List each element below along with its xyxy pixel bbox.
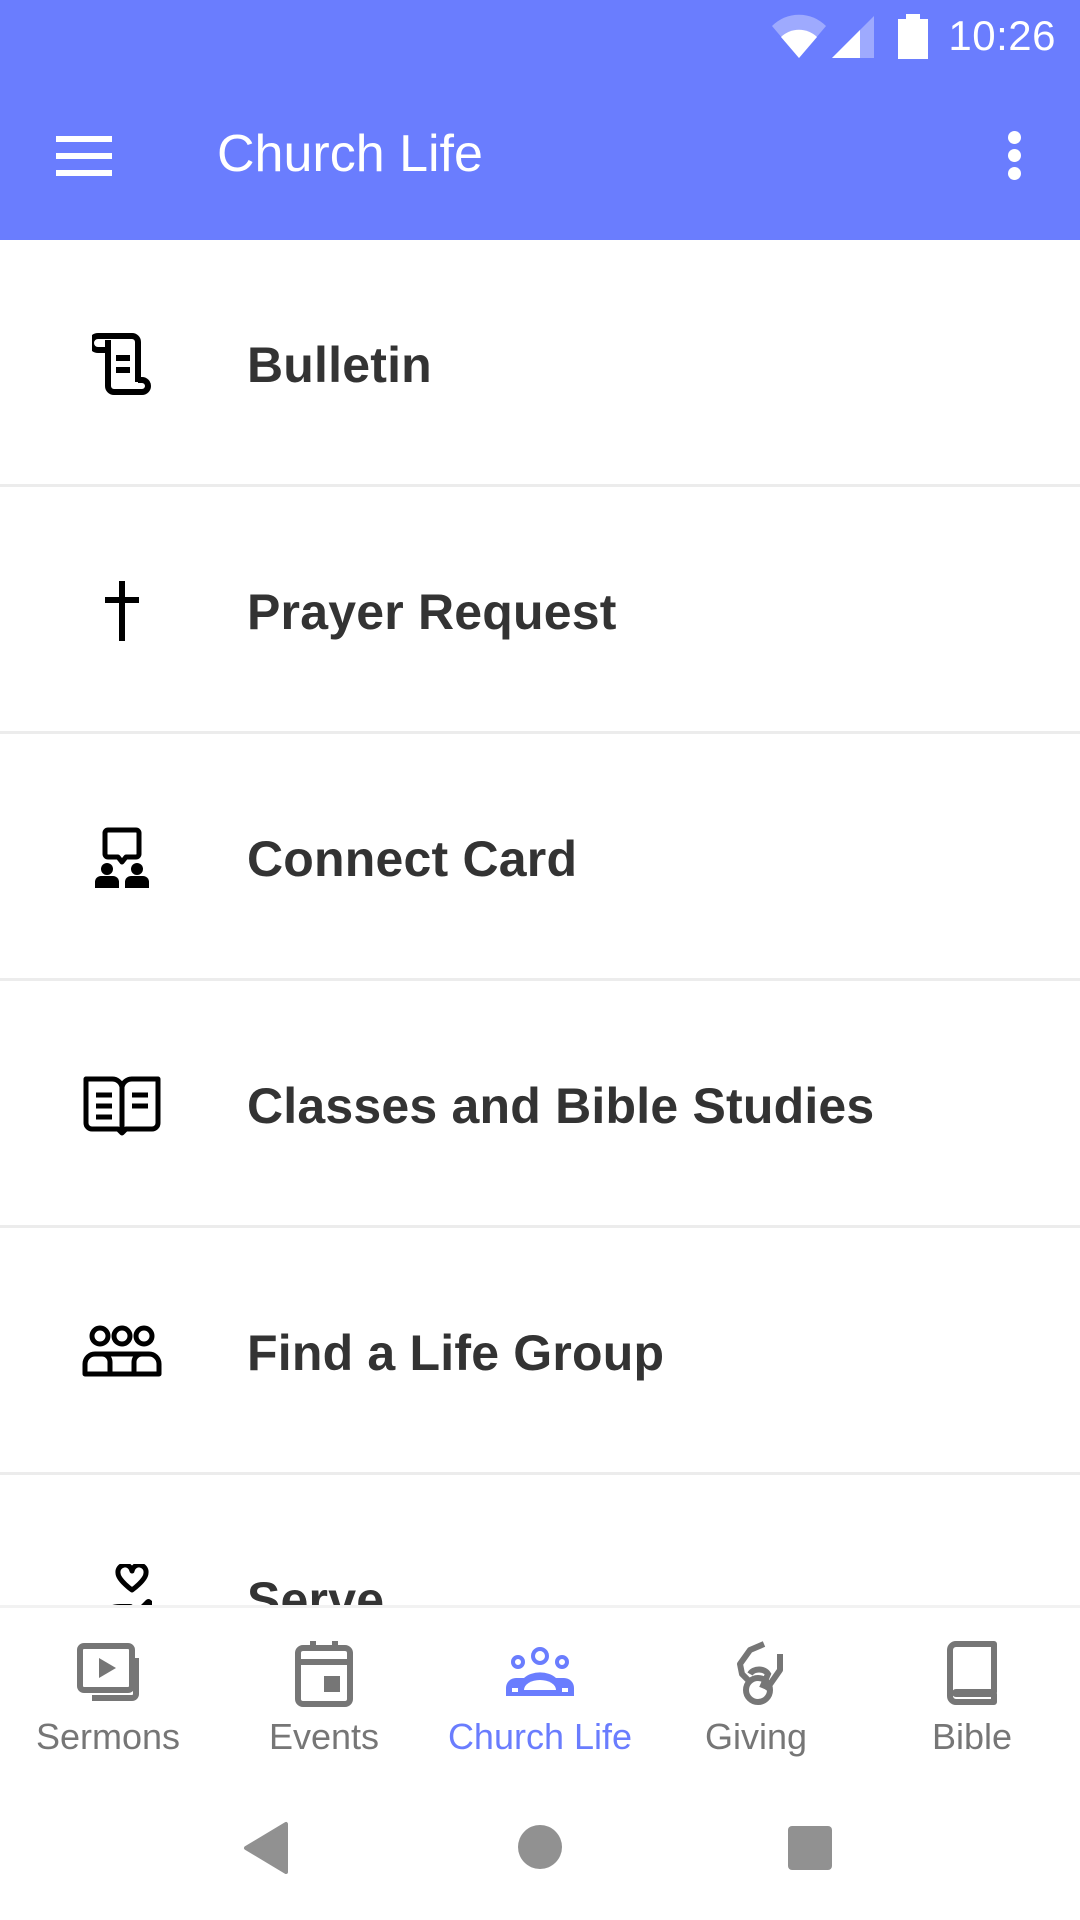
page-title: Church Life: [217, 125, 483, 183]
cross-icon: [82, 579, 162, 643]
list-item-connect-card[interactable]: Connect Card: [0, 734, 1080, 981]
list-item-label: Prayer Request: [247, 584, 617, 640]
hand-heart-icon: [82, 1564, 162, 1606]
nav-label: Church Life: [447, 1716, 633, 1757]
status-bar: 10:26: [0, 0, 1080, 75]
nav-tab-events[interactable]: Events: [216, 1608, 432, 1783]
nav-tab-giving[interactable]: Giving: [648, 1608, 864, 1783]
nav-tab-church-life[interactable]: Church Life: [432, 1608, 648, 1783]
list-item-label: Find a Life Group: [247, 1325, 665, 1381]
nav-tab-sermons[interactable]: Sermons: [0, 1608, 216, 1783]
nav-label: Giving: [704, 1716, 808, 1757]
back-button[interactable]: [242, 1820, 290, 1876]
more-vert-icon: [1008, 131, 1021, 144]
list-item-prayer-request[interactable]: Prayer Request: [0, 487, 1080, 734]
cell-signal-icon: [832, 16, 874, 58]
open-book-icon: [82, 1073, 162, 1137]
list-item-label: Serve: [247, 1572, 385, 1606]
book-icon: [947, 1641, 997, 1705]
overflow-dot: [1008, 167, 1021, 180]
video-library-icon: [77, 1643, 139, 1701]
overflow-menu-button[interactable]: [990, 120, 1038, 192]
calendar-icon: [295, 1641, 353, 1707]
nav-label: Bible: [931, 1716, 1013, 1757]
list-item-serve[interactable]: Serve: [0, 1475, 1080, 1606]
hamburger-line: [56, 170, 112, 176]
home-button[interactable]: [517, 1824, 563, 1870]
wifi-icon: [772, 14, 826, 58]
scroll-icon: [82, 332, 162, 396]
hamburger-menu-icon: [56, 136, 112, 142]
group-icon: [82, 1320, 162, 1384]
list-item-label: Connect Card: [247, 831, 578, 887]
giving-hand-icon: [737, 1641, 783, 1705]
connect-people-icon: [82, 826, 162, 890]
list-item-find-life-group[interactable]: Find a Life Group: [0, 1228, 1080, 1475]
system-nav-bar: [0, 1780, 1080, 1920]
recents-button[interactable]: [786, 1824, 834, 1872]
bottom-nav: Sermons Events Church Life Giving Bible: [0, 1605, 1080, 1783]
church-life-list[interactable]: Bulletin Prayer Request Connect Card Cla…: [0, 240, 1080, 1606]
overflow-dot: [1008, 149, 1021, 162]
hamburger-menu-button[interactable]: [40, 120, 128, 192]
app-bar: 10:26 Church Life: [0, 0, 1080, 240]
list-item-classes-bible-studies[interactable]: Classes and Bible Studies: [0, 981, 1080, 1228]
list-item-label: Classes and Bible Studies: [247, 1078, 875, 1134]
list-item-bulletin[interactable]: Bulletin: [0, 240, 1080, 487]
people-icon: [506, 1647, 574, 1696]
battery-icon: [898, 14, 928, 59]
nav-label: Sermons: [35, 1716, 181, 1757]
nav-label: Events: [268, 1716, 380, 1757]
list-item-label: Bulletin: [247, 337, 432, 393]
hamburger-line: [56, 153, 112, 159]
nav-tab-bible[interactable]: Bible: [864, 1608, 1080, 1783]
status-time: 10:26: [948, 12, 1056, 59]
